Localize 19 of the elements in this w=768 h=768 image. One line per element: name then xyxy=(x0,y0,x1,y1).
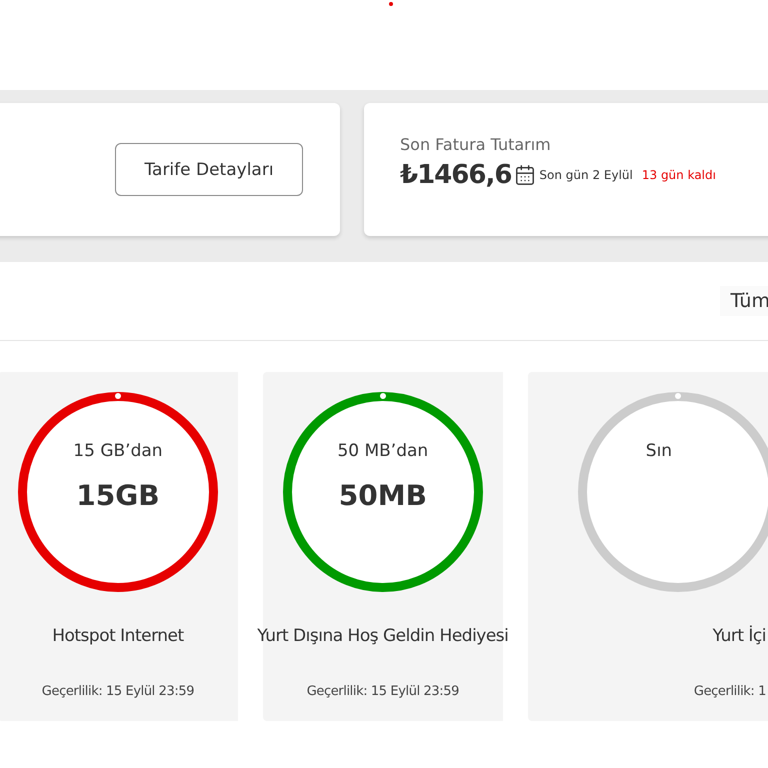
due-date: Son gün 2 Eylül xyxy=(539,168,633,182)
package-amount: 15GB xyxy=(76,479,160,512)
package-caption: 15 GB’dan xyxy=(73,441,163,461)
package-amount: 50MB xyxy=(338,479,427,512)
package-name: Hotspot Internet xyxy=(52,626,184,646)
package-name: Yurt Dışına Hoş Geldin Hediyesi xyxy=(257,626,508,646)
package-caption: 50 MB’dan xyxy=(337,441,428,461)
indicator-dot xyxy=(389,2,393,6)
package-validity: Geçerlilik: 1 xyxy=(694,684,766,699)
bill-amount: ₺1466,6 xyxy=(400,160,512,190)
see-all-link[interactable]: Tüm xyxy=(720,286,768,316)
package-caption: Sın xyxy=(646,441,672,461)
calendar-icon xyxy=(514,164,536,186)
tariff-details-button[interactable]: Tarife Detayları xyxy=(115,143,303,196)
package-validity: Geçerlilik: 15 Eylül 23:59 xyxy=(42,684,194,699)
package-validity: Geçerlilik: 15 Eylül 23:59 xyxy=(306,684,459,699)
bill-title: Son Fatura Tutarım xyxy=(400,135,552,154)
days-remaining: 13 gün kaldı xyxy=(642,168,716,182)
package-name: Yurt İçi xyxy=(712,626,766,646)
